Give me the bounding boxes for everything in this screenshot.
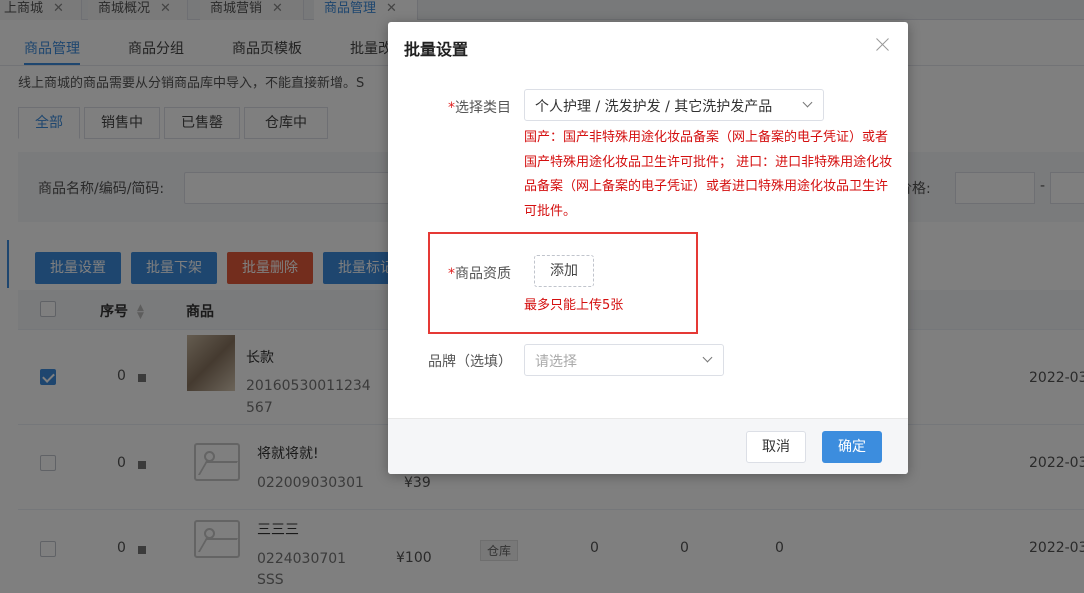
brand-placeholder: 请选择 bbox=[535, 354, 577, 370]
category-value: 个人护理 / 洗发护发 / 其它洗护发产品 bbox=[535, 99, 773, 115]
category-label: *选择类目 bbox=[448, 100, 511, 116]
qualification-label: *商品资质 bbox=[448, 266, 511, 282]
add-qualification-button[interactable]: 添加 bbox=[534, 255, 594, 287]
cancel-button[interactable]: 取消 bbox=[746, 431, 806, 463]
category-select[interactable]: 个人护理 / 洗发护发 / 其它洗护发产品 bbox=[524, 89, 824, 121]
chevron-down-icon bbox=[802, 97, 813, 108]
dialog-footer: 取消 确定 bbox=[388, 418, 908, 474]
upload-limit-text: 最多只能上传5张 bbox=[524, 298, 624, 313]
brand-select[interactable]: 请选择 bbox=[524, 344, 724, 376]
category-hint: 国产：国产非特殊用途化妆品备案（网上备案的电子凭证）或者国产特殊用途化妆品卫生许… bbox=[524, 130, 893, 219]
batch-settings-dialog: 批量设置 *选择类目 个人护理 / 洗发护发 / 其它洗护发产品 国产：国产非特… bbox=[388, 22, 908, 474]
brand-label: 品牌（选填） bbox=[428, 354, 512, 370]
chevron-down-icon bbox=[702, 352, 713, 363]
close-icon[interactable] bbox=[874, 36, 892, 54]
confirm-button[interactable]: 确定 bbox=[822, 431, 882, 463]
dialog-title: 批量设置 bbox=[404, 40, 469, 59]
